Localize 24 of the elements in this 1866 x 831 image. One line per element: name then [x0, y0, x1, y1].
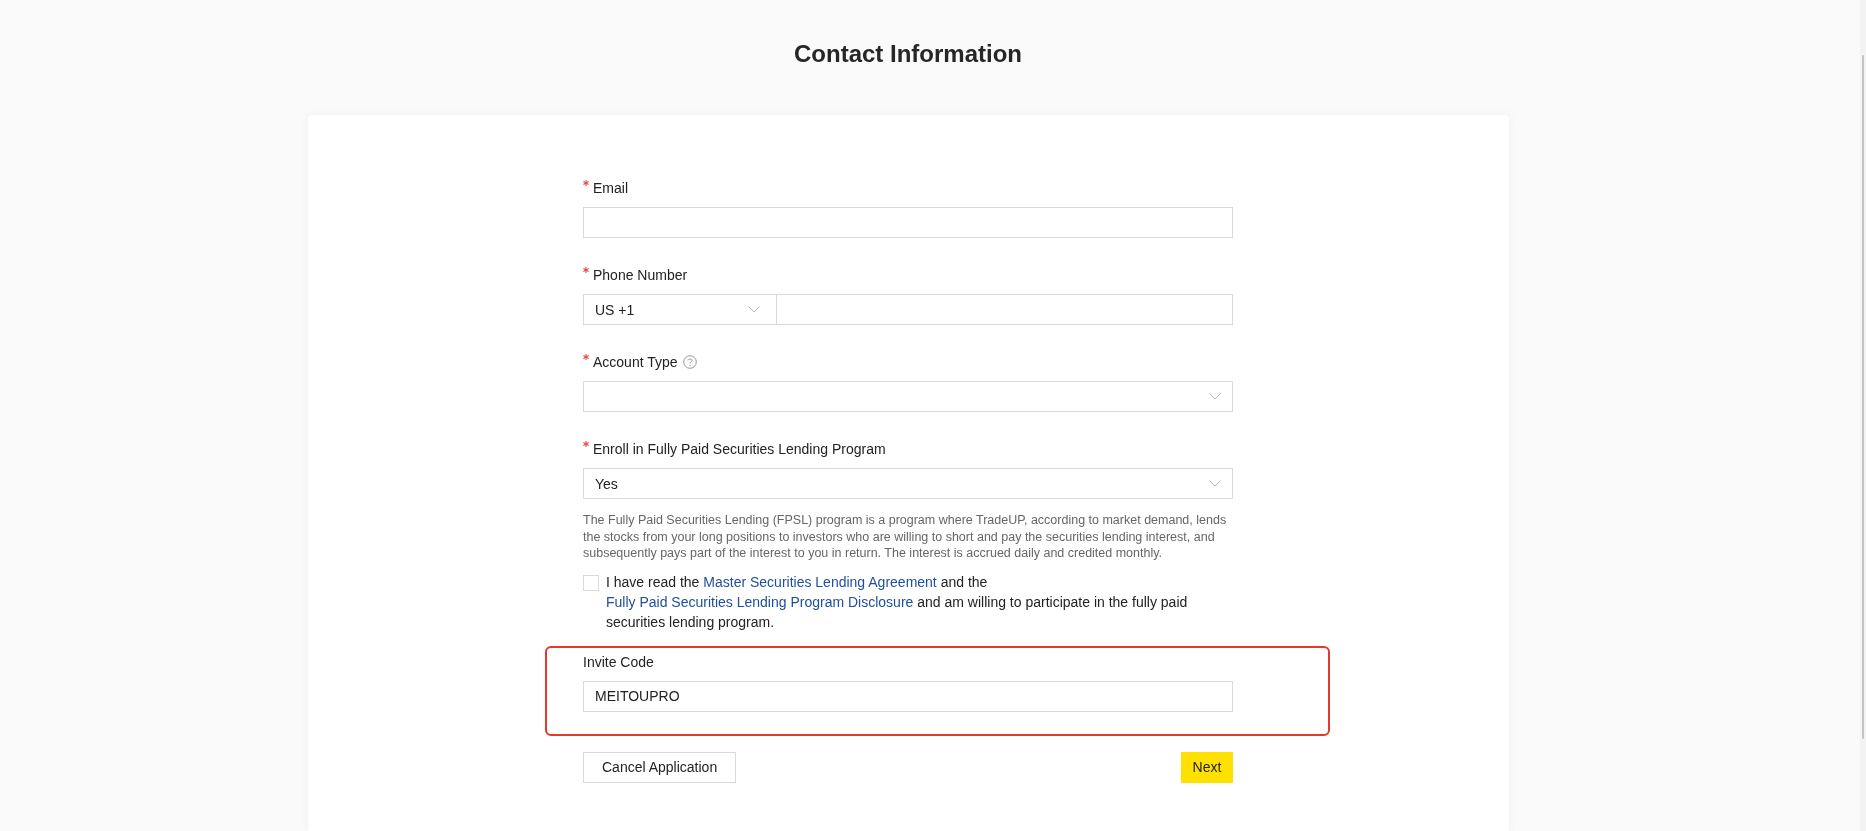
- field-label: Phone Number: [593, 267, 688, 283]
- agreement-checkbox[interactable]: [583, 574, 599, 591]
- chevron-down-icon: [748, 306, 760, 313]
- field-label: Enroll in Fully Paid Securities Lending Program: [593, 441, 886, 457]
- cancel-button[interactable]: Cancel Application: [583, 751, 737, 783]
- chevron-down-icon: [1209, 393, 1221, 400]
- agreement-link[interactable]: Master Securities Lending Agreement: [703, 573, 937, 590]
- input-field[interactable]: [583, 207, 1233, 238]
- next-button[interactable]: Next: [1181, 751, 1233, 783]
- field-label: Email: [593, 180, 628, 196]
- description-text: The Fully Paid Securities Lending (FPSL) program is a program where TradeUP, according to market demand, lends the stocks from your long positions to investors who are willing to short and pay the securities lending interest, and subsequently pays part of the interest to you in return. The interest is accrued daily and credited monthly.: [583, 512, 1228, 562]
- agreement-link[interactable]: Fully Paid Securities Lending Program Disclosure: [606, 593, 914, 610]
- field-label: Invite Code: [583, 653, 654, 670]
- country-code-select[interactable]: US +1: [583, 294, 777, 325]
- dropdown-select[interactable]: Yes: [583, 468, 1233, 499]
- dropdown-select[interactable]: [583, 381, 1233, 412]
- input-field[interactable]: MEITOUPRO: [583, 680, 1233, 712]
- page-title: Contact Information: [794, 39, 1022, 69]
- field-label: Account Type: [593, 354, 678, 370]
- scrollbar-thumb[interactable]: [1862, 55, 1864, 739]
- chevron-down-icon: [1209, 480, 1221, 487]
- agreement-text: I have read the Master Securities Lending Agreement and the Fully Paid Securities Lending Program Disclosure and am willing to participate in the fully paid securities lending program.: [606, 572, 1189, 632]
- phone-field[interactable]: [777, 294, 1233, 325]
- help-icon[interactable]: [682, 355, 697, 369]
